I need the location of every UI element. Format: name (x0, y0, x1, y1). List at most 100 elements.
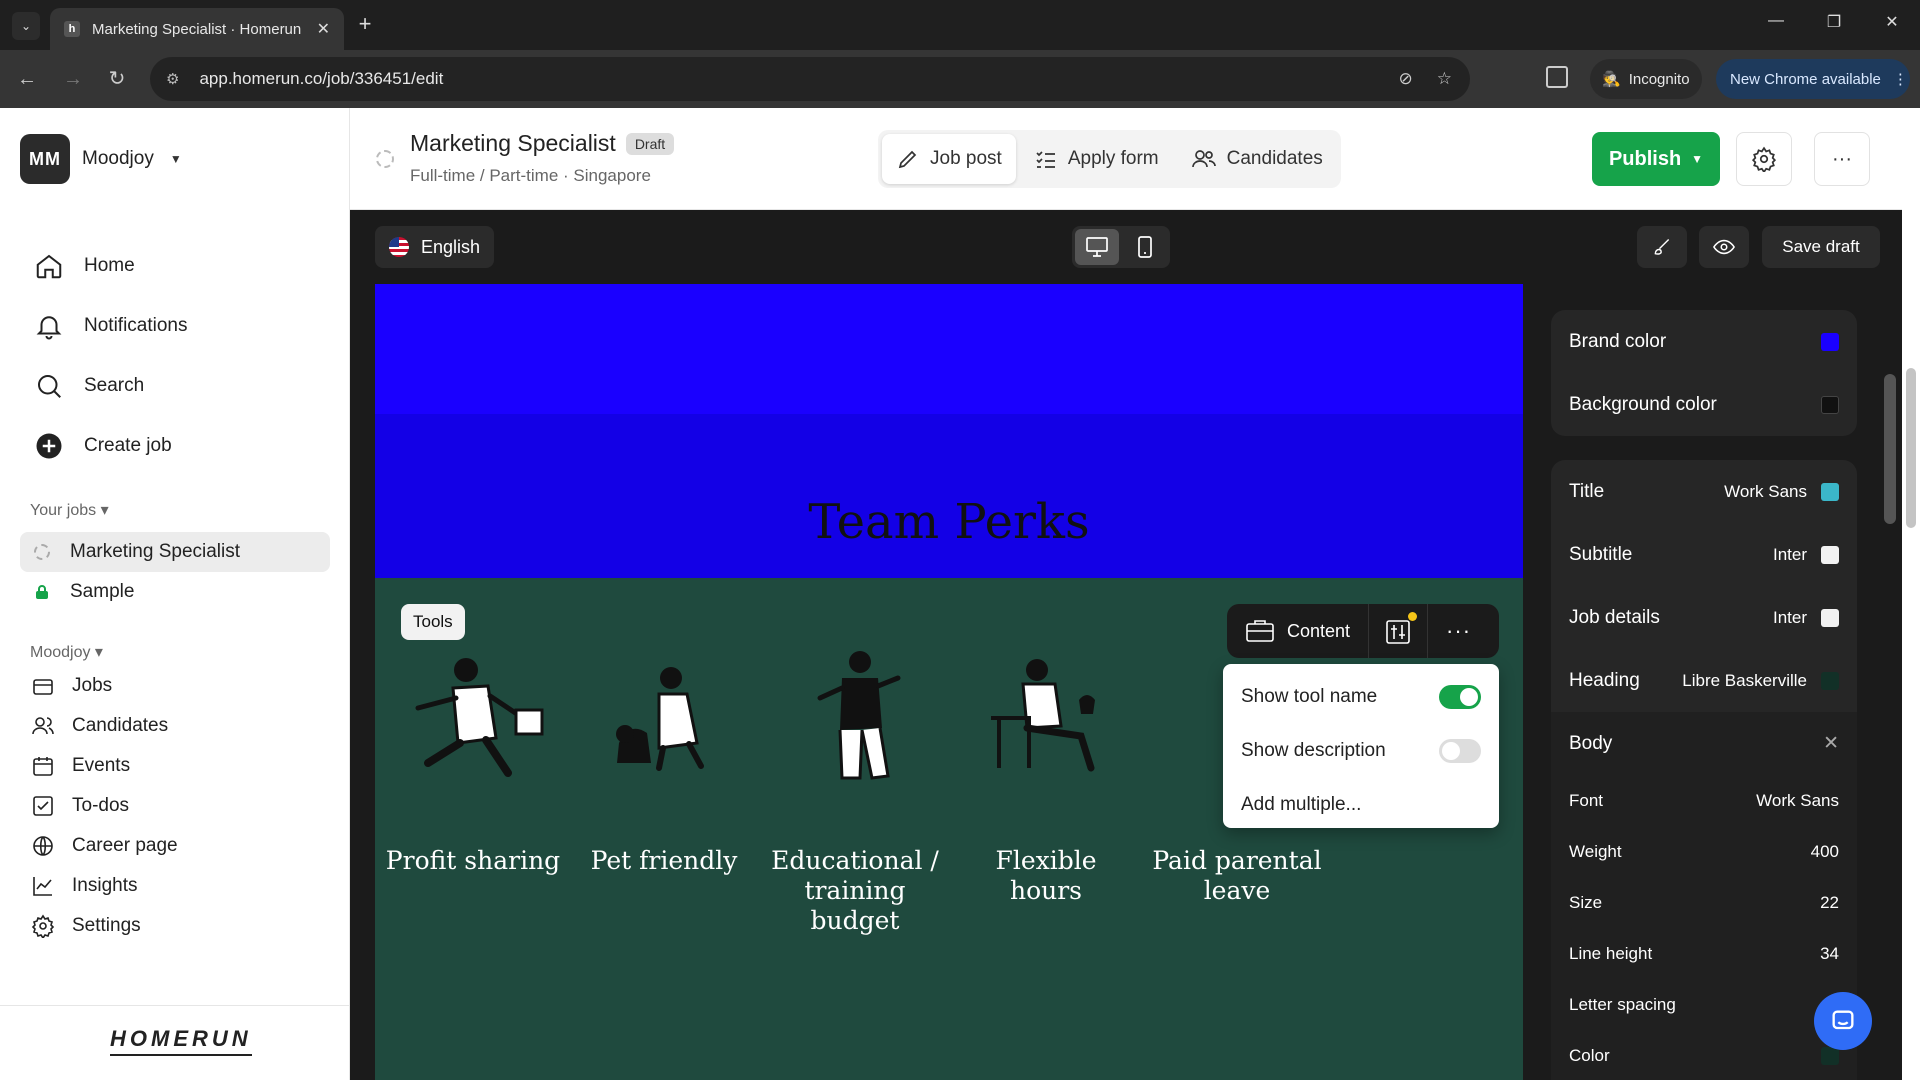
section-title[interactable]: Team Perks (375, 494, 1523, 550)
desktop-view-button[interactable] (1075, 229, 1119, 265)
nav-settings[interactable]: Settings (30, 906, 178, 946)
nav-candidates[interactable]: Candidates (30, 706, 178, 746)
perk-item[interactable]: Pet friendly (574, 648, 754, 876)
nav-jobs[interactable]: Jobs (30, 666, 178, 706)
nav-events[interactable]: Events (30, 746, 178, 786)
title-color-swatch[interactable] (1821, 482, 1839, 501)
show-tool-name-option[interactable]: Show tool name (1223, 670, 1499, 724)
job-title[interactable]: Marketing Specialist (410, 130, 616, 157)
weight-value: 400 (1810, 841, 1839, 861)
nav-search[interactable]: Search (32, 356, 188, 416)
main-nav: Home Notifications Search Create job (32, 236, 188, 476)
close-tab-icon[interactable]: ✕ (317, 19, 330, 39)
heading-font-row[interactable]: Heading Libre Baskerville (1551, 649, 1857, 712)
tab-search-button[interactable]: ⌄ (12, 12, 40, 40)
background-color-row[interactable]: Background color (1551, 373, 1857, 436)
restore-icon[interactable]: ❐ (1820, 12, 1848, 32)
your-jobs-heading[interactable]: Your jobs ▾ (30, 500, 109, 520)
nav-notifications[interactable]: Notifications (32, 296, 188, 356)
nav-events-label: Events (72, 755, 131, 776)
nav-career-page[interactable]: Career page (30, 826, 178, 866)
tab-apply-form[interactable]: Apply form (1020, 134, 1173, 184)
subtitle-color-swatch[interactable] (1821, 545, 1839, 564)
job-details-font-label: Job details (1569, 606, 1660, 628)
save-draft-button[interactable]: Save draft (1762, 226, 1880, 268)
nav-home[interactable]: Home (32, 236, 188, 296)
preview-button[interactable] (1699, 226, 1749, 268)
tab-job-post[interactable]: Job post (882, 134, 1016, 184)
new-chrome-button[interactable]: New Chrome available ⋮ (1716, 59, 1910, 99)
nav-jobs-label: Jobs (72, 675, 113, 696)
add-multiple-option[interactable]: Add multiple... (1223, 778, 1499, 832)
nav-create-job[interactable]: Create job (32, 416, 188, 476)
bell-icon (32, 309, 66, 343)
show-tool-name-toggle[interactable] (1439, 685, 1481, 709)
home-icon (32, 249, 66, 283)
brand-color-swatch[interactable] (1821, 332, 1839, 351)
perk-item[interactable]: Flexible hours (956, 648, 1136, 906)
perk-label: Profit sharing (385, 846, 561, 875)
job-details-font-row[interactable]: Job details Inter (1551, 586, 1857, 649)
perks-section[interactable]: Tools Profit sharing Pet friendly Educat… (375, 578, 1523, 1080)
show-description-option[interactable]: Show description (1223, 724, 1499, 778)
body-line-height-row[interactable]: Line height 34 (1551, 928, 1857, 979)
show-description-toggle[interactable] (1439, 739, 1481, 763)
layout-settings-button[interactable] (1369, 604, 1427, 658)
body-font-weight-row[interactable]: Weight 400 (1551, 826, 1857, 877)
users-icon (30, 713, 56, 739)
body-letter-spacing-row[interactable]: Letter spacing 0 (1551, 979, 1857, 1030)
perk-item[interactable]: Profit sharing (383, 648, 563, 876)
style-brush-button[interactable] (1637, 226, 1687, 268)
new-chrome-label: New Chrome available (1730, 70, 1881, 88)
reload-icon[interactable]: ↻ (104, 66, 130, 92)
job-details-color-swatch[interactable] (1821, 608, 1839, 627)
browser-tab[interactable]: h Marketing Specialist · Homerun ✕ (50, 8, 344, 50)
org-switcher[interactable]: MM Moodjoy ▼ (20, 134, 182, 184)
new-tab-button[interactable]: + (352, 12, 378, 38)
mobile-view-button[interactable] (1123, 229, 1167, 265)
publish-button[interactable]: Publish ▼ (1592, 132, 1720, 186)
nav-career-page-label: Career page (72, 835, 178, 856)
caret-down-icon: ▼ (169, 152, 182, 166)
title-font-row[interactable]: Title Work Sans (1551, 460, 1857, 523)
body-color-row[interactable]: Color (1551, 1030, 1857, 1081)
nav-todos[interactable]: To-dos (30, 786, 178, 826)
more-options-button[interactable]: ··· (1428, 604, 1489, 658)
body-font-size-row[interactable]: Size 22 (1551, 877, 1857, 928)
support-chat-button[interactable] (1814, 992, 1872, 1050)
language-selector[interactable]: English (375, 226, 495, 268)
side-panel-icon[interactable] (1546, 66, 1568, 88)
workspace-heading[interactable]: Moodjoy ▾ (30, 642, 103, 662)
job-item-marketing-specialist[interactable]: Marketing Specialist (20, 532, 330, 572)
background-color-swatch[interactable] (1821, 395, 1839, 414)
forward-icon[interactable]: → (60, 66, 86, 92)
body-font-family-row[interactable]: Font Work Sans (1551, 775, 1857, 826)
close-icon[interactable]: ✕ (1823, 732, 1839, 755)
size-label: Size (1569, 892, 1603, 912)
panel-scrollbar[interactable] (1879, 284, 1902, 1080)
heading-color-swatch[interactable] (1821, 671, 1839, 690)
brand-color-row[interactable]: Brand color (1551, 310, 1857, 373)
back-icon[interactable]: ← (14, 66, 40, 92)
eye-off-icon[interactable]: ⊘ (1399, 69, 1413, 89)
site-info-icon[interactable]: ⚙ (166, 70, 179, 88)
scrollbar-thumb[interactable] (1906, 368, 1916, 528)
perk-item[interactable]: Educational / training budget (765, 648, 945, 936)
nav-insights[interactable]: Insights (30, 866, 178, 906)
incognito-badge[interactable]: 🕵 Incognito (1590, 59, 1702, 99)
bookmark-star-icon[interactable]: ☆ (1437, 69, 1452, 89)
body-font-header[interactable]: Body ✕ (1551, 712, 1857, 775)
more-options-button[interactable]: ··· (1814, 132, 1870, 186)
job-settings-button[interactable] (1736, 132, 1792, 186)
content-button[interactable]: Content (1227, 604, 1368, 658)
close-window-icon[interactable]: ✕ (1878, 12, 1906, 32)
scrollbar-thumb[interactable] (1884, 374, 1896, 524)
minimize-icon[interactable]: — (1762, 12, 1790, 30)
tab-candidates[interactable]: Candidates (1177, 134, 1337, 184)
subtitle-font-row[interactable]: Subtitle Inter (1551, 523, 1857, 586)
users-icon (1191, 147, 1217, 171)
pencil-icon (896, 147, 920, 171)
job-item-sample[interactable]: Sample (20, 572, 330, 612)
address-bar[interactable]: ⚙ app.homerun.co/job/336451/edit ⊘ ☆ (150, 57, 1470, 101)
page-scrollbar[interactable] (1902, 108, 1920, 1080)
